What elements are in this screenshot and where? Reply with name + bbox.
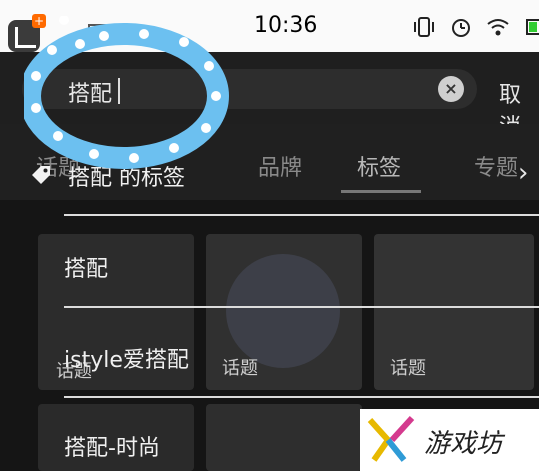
- suggestion-item[interactable]: 搭配: [64, 251, 108, 283]
- card-label: 话题: [222, 358, 258, 379]
- watermark-logo-icon: [366, 414, 416, 468]
- status-time: 10:36: [254, 13, 318, 38]
- chevron-right-icon[interactable]: ›: [518, 158, 528, 188]
- tab-brand[interactable]: 品牌: [258, 150, 302, 182]
- battery-icon: [524, 16, 539, 38]
- divider: [64, 306, 539, 308]
- active-tab-indicator: [341, 190, 421, 193]
- suggestion-item[interactable]: istyle爱搭配: [64, 342, 189, 374]
- suggestion-item[interactable]: 搭配-时尚: [64, 430, 160, 462]
- vibrate-icon: [412, 16, 436, 38]
- alarm-icon: [450, 16, 472, 38]
- divider: [64, 396, 539, 398]
- highlight-circle-annotation: [24, 16, 229, 169]
- content-card[interactable]: [206, 404, 362, 471]
- clear-search-button[interactable]: ×: [438, 76, 464, 102]
- wifi-icon: [486, 16, 510, 38]
- watermark-text: 游戏坊: [424, 429, 503, 459]
- divider: [64, 214, 539, 216]
- tab-tag[interactable]: 标签: [357, 150, 401, 182]
- avatar: [226, 254, 340, 368]
- tab-topic-special[interactable]: 专题: [474, 150, 518, 182]
- status-icons: [412, 16, 539, 38]
- card-label: 话题: [390, 358, 426, 379]
